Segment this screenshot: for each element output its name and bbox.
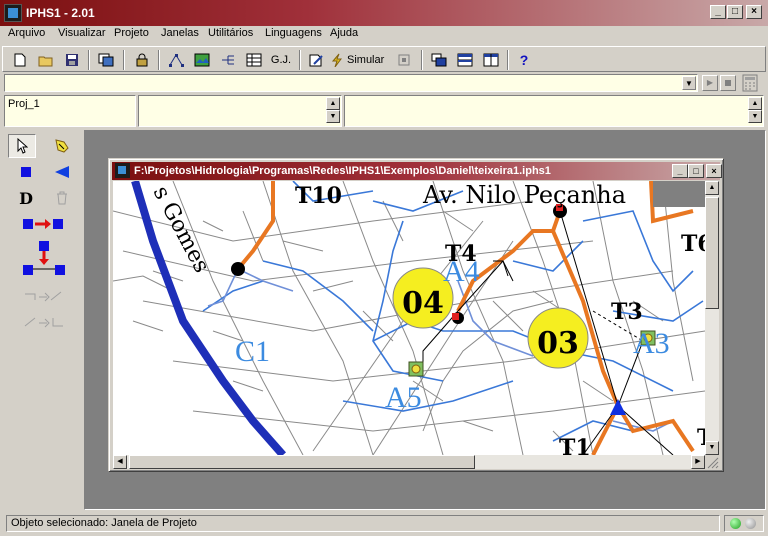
menu-visualizar[interactable]: Visualizar: [58, 27, 106, 39]
status-led-green-icon: [730, 518, 741, 529]
tree-icon[interactable]: [217, 49, 239, 71]
play-icon[interactable]: ▶: [702, 75, 718, 91]
node-label-t10: T10: [295, 183, 342, 209]
circle-label-03: 03: [537, 326, 579, 361]
network-map[interactable]: 04 03 s Gomes Av. Nilo Peçanha T10 T4 T3…: [113, 181, 705, 455]
subbasin-label-a3: A3: [633, 327, 670, 360]
node-label-t: T: [697, 425, 705, 451]
split-tool-icon[interactable]: [20, 238, 68, 280]
horizontal-scroll-thumb[interactable]: [129, 455, 475, 469]
app-title-bar: IPHS1 - 2.01 _ □ ×: [0, 0, 768, 26]
app-title: IPHS1 - 2.01: [26, 6, 95, 20]
status-indicators: [724, 515, 764, 532]
scroll-up-icon[interactable]: ▲: [748, 97, 762, 110]
network-icon[interactable]: [165, 49, 187, 71]
disabled-tool-2-icon[interactable]: [20, 310, 68, 334]
lock-icon[interactable]: [131, 49, 153, 71]
project-window[interactable]: F:\Projetos\Hidrologia\Programas\Redes\I…: [108, 158, 724, 472]
scroll-right-icon[interactable]: ▶: [691, 455, 705, 469]
command-combo[interactable]: ▼: [4, 74, 698, 92]
resize-grip-icon[interactable]: [705, 455, 719, 469]
project-window-title-bar: F:\Projetos\Hidrologia\Programas\Redes\I…: [112, 162, 722, 180]
vertical-scrollbar[interactable]: ▲ ▼: [705, 181, 719, 455]
menu-arquivo[interactable]: Arquivo: [8, 27, 45, 39]
scroll-down-icon[interactable]: ▼: [326, 110, 340, 123]
subbasin-icon-a5[interactable]: [408, 361, 424, 377]
trash-icon[interactable]: [48, 186, 76, 210]
new-file-icon[interactable]: [9, 49, 31, 71]
minimize-button[interactable]: _: [710, 5, 726, 19]
project-panel[interactable]: Proj_1: [4, 95, 136, 127]
stop-icon[interactable]: [393, 49, 415, 71]
child-close-button[interactable]: ×: [706, 164, 722, 178]
simulate-label: Simular: [347, 54, 385, 66]
street-label-nilo: Av. Nilo Peçanha: [422, 181, 626, 209]
menu-bar: Arquivo Visualizar Projeto Janelas Utili…: [0, 26, 768, 44]
help-button[interactable]: ?: [513, 49, 535, 71]
horizontal-scrollbar[interactable]: ◀ ▶: [113, 455, 705, 469]
subbasin-label-a5: A5: [385, 381, 422, 414]
node-tool-icon[interactable]: [12, 160, 40, 184]
cascade-icon[interactable]: [428, 49, 450, 71]
vertical-scroll-thumb[interactable]: [705, 197, 719, 309]
info-panel-middle[interactable]: ▲ ▼: [138, 95, 342, 127]
window-icon[interactable]: [115, 163, 130, 178]
simulate-button[interactable]: Simular: [331, 49, 389, 71]
command-row: ▼ ▶: [0, 72, 768, 94]
derivation-tool-icon[interactable]: D: [12, 186, 40, 210]
reservoir-tool-icon[interactable]: [48, 160, 76, 184]
save-icon[interactable]: [61, 49, 83, 71]
maximize-button[interactable]: □: [727, 5, 743, 19]
node-label-t1: T1: [559, 435, 591, 455]
menu-utilitarios[interactable]: Utilitários: [208, 27, 253, 39]
subbasin-label-c1: C1: [235, 335, 270, 368]
scroll-left-icon[interactable]: ◀: [113, 455, 127, 469]
pointer-tool-icon[interactable]: [8, 134, 36, 158]
edit-icon[interactable]: [305, 49, 327, 71]
scroll-up-icon[interactable]: ▲: [705, 181, 719, 195]
menu-projeto[interactable]: Projeto: [114, 27, 149, 39]
subbasin-label-a4: A4: [443, 255, 480, 288]
circle-label-04: 04: [402, 286, 444, 321]
node-marker-2[interactable]: [452, 313, 459, 320]
main-toolbar: G.J. Simular ?: [2, 46, 766, 72]
tool-palette: D: [2, 130, 82, 510]
node-junction-1[interactable]: [231, 262, 245, 276]
properties-icon[interactable]: [95, 49, 117, 71]
scroll-down-icon[interactable]: ▼: [748, 110, 762, 123]
scroll-up-icon[interactable]: ▲: [326, 97, 340, 110]
map-canvas[interactable]: 04 03 s Gomes Av. Nilo Peçanha T10 T4 T3…: [113, 181, 705, 455]
lightning-icon: [331, 53, 342, 67]
gj-button[interactable]: G.J.: [269, 49, 293, 71]
project-window-title: F:\Projetos\Hidrologia\Programas\Redes\I…: [134, 165, 551, 177]
stop-small-icon[interactable]: [720, 75, 736, 91]
disabled-tool-1-icon[interactable]: [20, 284, 68, 308]
status-text: Objeto selecionado: Janela de Projeto: [6, 515, 720, 532]
status-bar: Objeto selecionado: Janela de Projeto: [2, 513, 766, 533]
info-panel-right[interactable]: ▲ ▼: [344, 95, 764, 127]
node-label-t6: T6: [681, 231, 705, 257]
menu-ajuda[interactable]: Ajuda: [330, 27, 358, 39]
open-folder-icon[interactable]: [35, 49, 57, 71]
menu-linguagens[interactable]: Linguagens: [265, 27, 322, 39]
tile-vertical-icon[interactable]: [480, 49, 502, 71]
menu-janelas[interactable]: Janelas: [161, 27, 199, 39]
scroll-down-icon[interactable]: ▼: [705, 441, 719, 455]
map-gray-block: [653, 181, 705, 207]
table-icon[interactable]: [243, 49, 265, 71]
status-led-gray-icon: [745, 518, 756, 529]
child-maximize-button[interactable]: □: [688, 164, 704, 178]
map-image-icon[interactable]: [191, 49, 213, 71]
node-label-t3: T3: [611, 299, 643, 325]
project-name: Proj_1: [8, 98, 40, 110]
tile-horizontal-icon[interactable]: [454, 49, 476, 71]
child-minimize-button[interactable]: _: [672, 164, 688, 178]
chevron-down-icon[interactable]: ▼: [682, 76, 696, 90]
calculator-icon[interactable]: [740, 74, 760, 92]
connect-tool-icon[interactable]: [20, 212, 68, 236]
close-button[interactable]: ×: [746, 5, 762, 19]
app-icon[interactable]: [4, 4, 22, 22]
subbasin-tool-icon[interactable]: [48, 134, 76, 158]
